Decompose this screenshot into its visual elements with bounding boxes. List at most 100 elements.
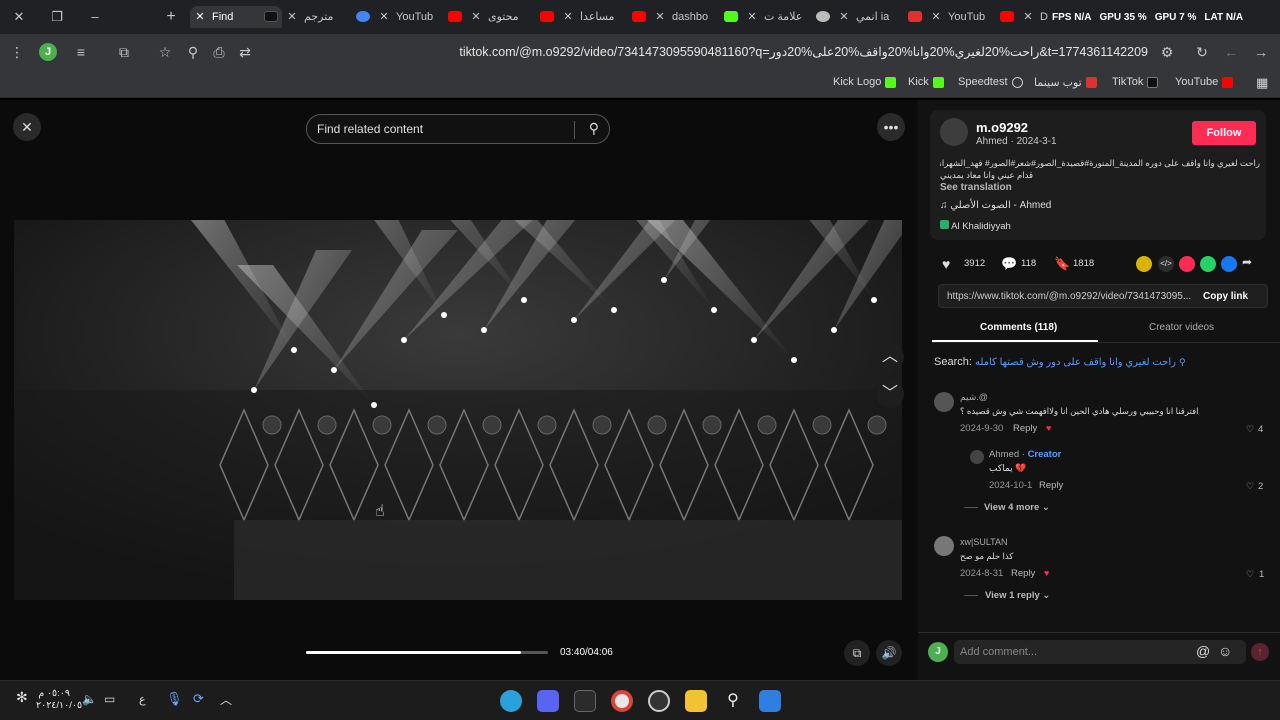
tab-close-icon[interactable]: ✕: [470, 6, 482, 28]
add-comment-input[interactable]: Add comment... @ ☺: [954, 640, 1246, 664]
search-icon[interactable]: ⚲: [722, 690, 744, 712]
bookmark-tiktok[interactable]: TikTok: [1112, 76, 1159, 88]
tab-youtube-2[interactable]: ✕ YouTub: [926, 6, 1018, 28]
minimize-window-icon[interactable]: –: [86, 8, 104, 26]
microphone-icon[interactable]: 🎙: [166, 691, 183, 707]
view-replies[interactable]: View 1 reply ⌄: [985, 590, 1050, 601]
comment-user[interactable]: xw|SULTAN: [960, 537, 1008, 547]
bookmark-kick-logo[interactable]: Kick Logo: [833, 76, 897, 88]
comment-user[interactable]: شيم.@: [960, 392, 988, 403]
bookmark-topcinema[interactable]: توب سينما: [1034, 76, 1097, 89]
forward-icon[interactable]: ←: [1222, 43, 1240, 61]
volume-icon[interactable]: 🔈: [82, 692, 97, 706]
steam-icon[interactable]: [574, 690, 596, 712]
bookmark-speedtest[interactable]: Speedtest: [958, 76, 1023, 88]
address-bar[interactable]: ☆ ⚲ ⎙ ⇄ tiktok.com/@m.o9292/video/734147…: [159, 40, 1182, 64]
network-icon[interactable]: ▭: [104, 692, 115, 706]
commenter-avatar[interactable]: [934, 536, 954, 556]
tab-new[interactable]: ✕ علامة ت: [742, 6, 834, 28]
all-bookmarks-icon[interactable]: ▦: [1256, 75, 1268, 91]
next-video-button[interactable]: ﹀: [876, 380, 904, 408]
share-arrow-icon[interactable]: ➦: [1242, 255, 1252, 269]
tab-content[interactable]: ✕ محتوى: [466, 6, 558, 28]
my-avatar[interactable]: J: [928, 642, 948, 662]
zoom-icon[interactable]: ⚲: [184, 43, 202, 61]
like-icon[interactable]: ♥: [942, 256, 950, 272]
tab-dashboard[interactable]: ✕ dashbo: [650, 6, 742, 28]
bookmark-kick[interactable]: Kick: [908, 76, 944, 88]
creator-avatar[interactable]: [970, 450, 984, 464]
tab-search-icon[interactable]: ≡: [72, 43, 90, 61]
video-player[interactable]: ✕ Find related content ⚲ ••• ☝ ︿ ﹀ 03:40…: [0, 100, 918, 680]
view-more-replies[interactable]: View 4 more ⌄: [984, 502, 1050, 513]
reply-button[interactable]: Reply: [1039, 480, 1063, 491]
reply-button[interactable]: Reply: [1013, 423, 1037, 434]
language-indicator[interactable]: ع: [139, 693, 146, 706]
pip-icon[interactable]: ⧉: [844, 640, 870, 666]
video-progress-bar[interactable]: [306, 651, 548, 654]
author-avatar[interactable]: [940, 118, 968, 146]
comment-like-icon[interactable]: ♡: [1246, 569, 1254, 580]
weather-icon[interactable]: ✻: [16, 689, 28, 706]
tab-close-icon[interactable]: ✕: [562, 6, 574, 28]
extensions-icon[interactable]: ⧉: [115, 43, 133, 61]
menu-icon[interactable]: ⋮: [8, 43, 26, 61]
see-translation-link[interactable]: See translation: [940, 182, 1012, 193]
translate-icon[interactable]: ⇄: [236, 43, 254, 61]
whatsapp-icon[interactable]: [1200, 256, 1216, 272]
sync-icon[interactable]: ⟳: [193, 691, 204, 707]
telegram-icon[interactable]: [500, 690, 522, 712]
comment-icon[interactable]: 💬: [1001, 256, 1017, 272]
tab-close-icon[interactable]: ✕: [930, 6, 942, 28]
facebook-icon[interactable]: [1221, 256, 1237, 272]
related-search-input[interactable]: Find related content ⚲: [306, 114, 610, 144]
search-icon[interactable]: ⚲: [589, 120, 599, 137]
close-video-button[interactable]: ✕: [13, 113, 41, 141]
comment-like-icon[interactable]: ♡: [1246, 424, 1254, 435]
tab-tiktok[interactable]: ✕ Find: [190, 6, 282, 28]
commenter-avatar[interactable]: [934, 392, 954, 412]
install-app-icon[interactable]: ⎙: [210, 43, 228, 61]
previous-video-button[interactable]: ︿: [876, 343, 904, 371]
file-explorer-icon[interactable]: [685, 690, 707, 712]
tab-close-icon[interactable]: ✕: [286, 6, 298, 28]
volume-icon[interactable]: 🔊: [876, 640, 902, 666]
tab-assistant[interactable]: ✕ مساعدا: [558, 6, 650, 28]
search-query-link[interactable]: راحت لغيري وانا واقف على دور وش قصتها كا…: [975, 357, 1176, 368]
tab-comments[interactable]: Comments (118): [980, 322, 1057, 333]
embed-icon[interactable]: </>: [1158, 256, 1174, 272]
restore-window-icon[interactable]: ❐: [48, 8, 66, 26]
post-comment-button[interactable]: ↑: [1251, 643, 1269, 661]
site-settings-icon[interactable]: ⚙: [1158, 43, 1176, 61]
tab-youtube[interactable]: ✕ YouTub: [374, 6, 466, 28]
chrome-icon[interactable]: [611, 690, 633, 712]
emoji-icon[interactable]: ☺: [1218, 643, 1232, 659]
show-hidden-icons[interactable]: ︿: [220, 691, 232, 708]
back-icon[interactable]: →: [1252, 43, 1270, 61]
search-suggestion[interactable]: Search: راحت لغيري وانا واقف على دور وش …: [934, 356, 1186, 368]
profile-avatar[interactable]: J: [39, 43, 57, 61]
save-icon[interactable]: 🔖: [1054, 256, 1070, 272]
tab-discord[interactable]: ✕ D: [1018, 6, 1052, 28]
tab-close-icon[interactable]: ✕: [746, 6, 758, 28]
close-window-icon[interactable]: ✕: [10, 8, 28, 26]
reply-author[interactable]: Ahmed · Creator: [989, 449, 1061, 460]
mention-icon[interactable]: @: [1196, 643, 1210, 659]
share-repost-icon[interactable]: [1136, 256, 1152, 272]
comment-like-icon[interactable]: ♡: [1246, 481, 1254, 492]
follow-button[interactable]: Follow: [1192, 121, 1256, 145]
tab-close-icon[interactable]: ✕: [194, 6, 206, 28]
location-row[interactable]: Al Khalidiyyah: [940, 220, 1011, 232]
reload-icon[interactable]: ↻: [1193, 43, 1211, 61]
bookmark-star-icon[interactable]: ☆: [156, 43, 174, 61]
tab-close-icon[interactable]: ✕: [1022, 6, 1034, 28]
tab-creator-videos[interactable]: Creator videos: [1149, 322, 1214, 333]
tab-translate[interactable]: ✕ مترجم: [282, 6, 374, 28]
start-windows-icon[interactable]: [759, 690, 781, 712]
tab-close-icon[interactable]: ✕: [654, 6, 666, 28]
author-username[interactable]: m.o9292: [976, 120, 1028, 135]
reply-button[interactable]: Reply: [1011, 568, 1035, 579]
more-options-icon[interactable]: •••: [877, 113, 905, 141]
copy-link-button[interactable]: Copy link: [1203, 291, 1248, 302]
tab-close-icon[interactable]: ✕: [838, 6, 850, 28]
